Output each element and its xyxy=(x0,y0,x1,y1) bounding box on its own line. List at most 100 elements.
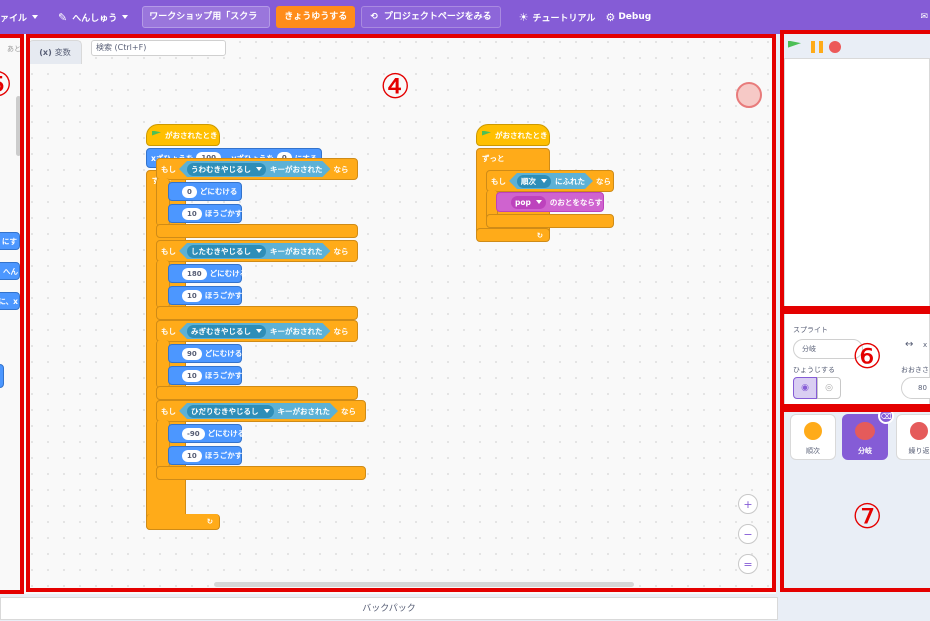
direction-input[interactable]: 90 xyxy=(182,347,202,360)
point-direction-block[interactable]: 90 どにむける xyxy=(168,344,242,363)
if-bottom xyxy=(486,214,614,228)
chevron-down-icon xyxy=(32,15,39,19)
point-direction-block[interactable]: 180 どにむける xyxy=(168,264,247,283)
delete-sprite-icon[interactable]: ⌫ xyxy=(878,408,894,424)
mail-icon[interactable]: ✉ xyxy=(920,0,928,34)
if-touching-block[interactable]: もし 順次 にふれた なら xyxy=(486,170,614,192)
steps-input[interactable]: 10 xyxy=(182,449,202,462)
see-project-page-button[interactable]: ⟲ プロジェクトページをみる xyxy=(361,6,501,28)
annotation-4: ④ xyxy=(380,67,411,107)
file-menu[interactable]: ァイル xyxy=(0,0,39,34)
palette-block[interactable]: へん xyxy=(0,262,20,280)
point-label: どにむける xyxy=(204,349,243,358)
menu-bar: ァイル ✎ へんしゅう ワークショップ用「スクラ きょうゆうする ⟲ プロジェクト… xyxy=(0,0,930,34)
zoom-reset-button[interactable]: = xyxy=(738,554,758,574)
if-label: もし xyxy=(161,246,176,256)
key-value: したむきやじるし xyxy=(191,246,251,256)
sprite-thumb-label: 分岐 xyxy=(858,447,872,455)
palette-block-text: にす xyxy=(1,236,17,246)
key-pressed-label: キーがおされた xyxy=(270,326,323,336)
when-flag-clicked-block[interactable]: がおされたとき xyxy=(476,124,550,146)
show-hidden-button[interactable]: ◎ xyxy=(817,377,841,399)
then-label: なら xyxy=(596,176,611,186)
key-dropdown[interactable]: ひだりむきやじるし xyxy=(187,405,274,418)
project-title-input[interactable]: ワークショップ用「スクラ xyxy=(142,6,271,28)
tutorials-label: チュートリアル xyxy=(532,13,596,24)
point-direction-block[interactable]: 0 どにむける xyxy=(168,182,242,201)
palette-block[interactable]: にす xyxy=(0,232,20,250)
annotation-6: ⑥ xyxy=(852,337,883,377)
resize-arrows-icon: ↔ xyxy=(905,339,914,350)
point-direction-block[interactable]: -90 どにむける xyxy=(168,424,245,443)
cat-sprite-icon xyxy=(804,422,822,440)
move-label: ほうごかす xyxy=(204,451,243,460)
palette-block-text: に、x xyxy=(0,296,18,306)
debug-label: Debug xyxy=(618,12,652,22)
search-input[interactable]: 検索 (Ctrl+F) xyxy=(91,40,226,56)
pause-icon[interactable] xyxy=(811,41,823,53)
green-flag-icon[interactable] xyxy=(788,40,801,54)
key-pressed-label: キーがおされた xyxy=(270,164,323,174)
key-pressed-condition[interactable]: みぎむきやじるし キーがおされた xyxy=(179,323,331,339)
zoom-out-button[interactable]: − xyxy=(738,524,758,544)
key-dropdown[interactable]: みぎむきやじるし xyxy=(187,325,266,338)
tutorials-button[interactable]: ☀ チュートリアル xyxy=(519,0,596,34)
zoom-reset-icon: = xyxy=(743,557,753,571)
move-steps-block[interactable]: 10 ほうごかす xyxy=(168,366,242,385)
refresh-icon: ⟲ xyxy=(370,12,378,22)
key-dropdown[interactable]: したむきやじるし xyxy=(187,245,266,258)
when-flag-clicked-block[interactable]: がおされたとき xyxy=(146,124,220,146)
key-pressed-condition[interactable]: うわむきやじるし キーがおされた xyxy=(179,161,331,177)
palette-block[interactable]: に、x xyxy=(0,292,20,310)
show-visible-button[interactable]: ◉ xyxy=(793,377,817,399)
touching-condition[interactable]: 順次 にふれた xyxy=(509,173,593,189)
share-button[interactable]: きょうゆうする xyxy=(276,6,356,28)
if-bottom xyxy=(156,306,358,320)
if-label: もし xyxy=(491,176,506,186)
backpack-bar[interactable]: バックパック xyxy=(0,597,778,620)
move-steps-block[interactable]: 10 ほうごかす xyxy=(168,204,242,223)
point-label: どにむける xyxy=(207,429,246,438)
code-workspace[interactable]: (x) 変数 検索 (Ctrl+F) がおされたとき xざひょうを 100 、y… xyxy=(24,34,776,594)
edit-menu[interactable]: ✎ へんしゅう xyxy=(58,0,129,34)
variables-tab[interactable]: (x) 変数 xyxy=(28,40,82,64)
steps-input[interactable]: 10 xyxy=(182,207,202,220)
touching-object-dropdown[interactable]: 順次 xyxy=(517,175,551,188)
direction-input[interactable]: -90 xyxy=(182,427,205,440)
chevron-down-icon xyxy=(256,329,262,333)
if-key-pressed-block[interactable]: もし ひだりむきやじるし キーがおされた なら xyxy=(156,400,366,422)
stage-canvas[interactable] xyxy=(784,58,930,308)
steps-input[interactable]: 10 xyxy=(182,369,202,382)
show-label: ひょうじする xyxy=(793,366,835,374)
if-key-pressed-block[interactable]: もし したむきやじるし キーがおされた なら xyxy=(156,240,358,262)
key-dropdown[interactable]: うわむきやじるし xyxy=(187,163,266,176)
steps-input[interactable]: 10 xyxy=(182,289,202,302)
palette-block[interactable] xyxy=(0,364,4,388)
chevron-down-icon xyxy=(535,200,542,204)
debug-button[interactable]: ⚙ Debug xyxy=(605,0,651,34)
key-pressed-condition[interactable]: ひだりむきやじるし キーがおされた xyxy=(179,403,338,419)
key-pressed-condition[interactable]: したむきやじるし キーがおされた xyxy=(179,243,331,259)
sprite-mascot-icon xyxy=(736,82,762,108)
eye-icon: ◉ xyxy=(801,383,809,393)
zoom-in-button[interactable]: + xyxy=(738,494,758,514)
hat-label: がおされたとき xyxy=(495,130,548,140)
direction-input[interactable]: 0 xyxy=(182,185,197,198)
size-input[interactable]: 80 xyxy=(901,377,930,399)
point-label: どにむける xyxy=(199,187,238,196)
key-value: みぎむきやじるし xyxy=(191,326,251,336)
if-key-pressed-block[interactable]: もし うわむきやじるし キーがおされた なら xyxy=(156,158,358,180)
if-key-pressed-block[interactable]: もし みぎむきやじるし キーがおされた なら xyxy=(156,320,358,342)
play-sound-block[interactable]: pop のおとをならす xyxy=(496,192,604,212)
direction-input[interactable]: 180 xyxy=(182,267,207,280)
move-steps-block[interactable]: 10 ほうごかす xyxy=(168,446,242,465)
loop-arrow-icon: ↻ xyxy=(536,230,543,240)
move-steps-block[interactable]: 10 ほうごかす xyxy=(168,286,242,305)
stop-icon[interactable] xyxy=(829,41,841,53)
horizontal-scrollbar[interactable] xyxy=(214,582,634,587)
sprite-thumb-3[interactable]: 繰り返 xyxy=(896,414,930,460)
palette-scrollbar[interactable] xyxy=(16,96,21,156)
sprite-thumb-1[interactable]: 順次 xyxy=(790,414,836,460)
palette-category-tab[interactable]: あと xyxy=(0,44,21,54)
sound-dropdown[interactable]: pop xyxy=(511,195,546,209)
